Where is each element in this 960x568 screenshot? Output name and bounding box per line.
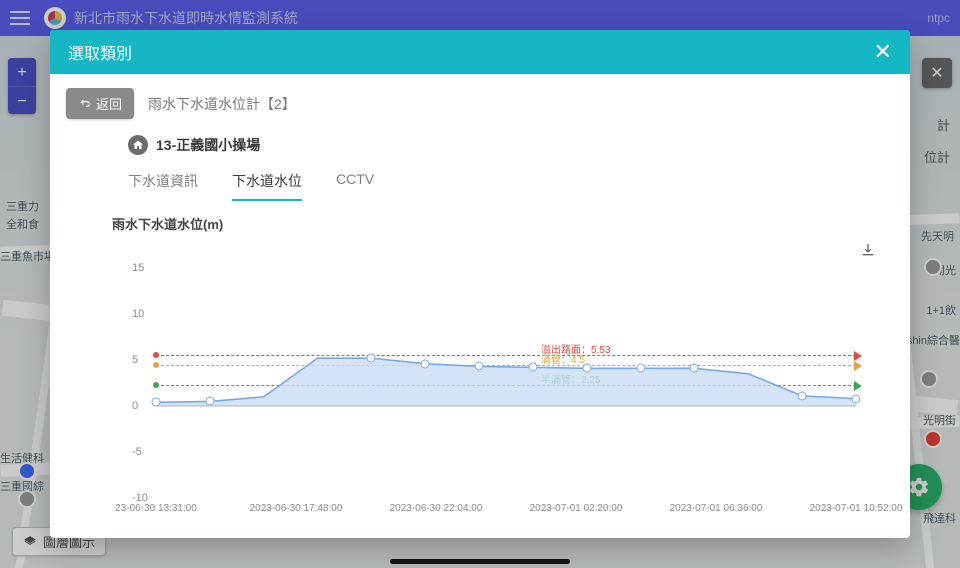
station-name: 13-正義國小操場 [156, 135, 260, 155]
back-button[interactable]: 返回 [66, 88, 134, 119]
data-point[interactable] [421, 359, 430, 368]
data-point[interactable] [852, 394, 861, 403]
home-icon [128, 135, 148, 155]
x-tick: 2023-06-30 22:04:00 [390, 503, 483, 514]
breadcrumb: 雨水下水道水位計【2】 [148, 94, 296, 114]
x-tick: 2023-07-01 02:20:00 [530, 503, 623, 514]
tab-level[interactable]: 下水道水位 [232, 163, 302, 201]
y-tick: 15 [132, 262, 144, 274]
y-tick: 10 [132, 308, 144, 320]
dialog-close-button[interactable]: ✕ [874, 39, 892, 65]
tab-info[interactable]: 下水道資訊 [128, 163, 198, 201]
dialog-title: 選取類別 [68, 40, 132, 64]
data-point[interactable] [367, 354, 376, 363]
y-tick: 0 [132, 400, 138, 412]
y-tick: -5 [132, 446, 142, 458]
data-point[interactable] [690, 364, 699, 373]
data-point[interactable] [205, 397, 214, 406]
tab-cctv[interactable]: CCTV [336, 163, 374, 201]
chart-title: 雨水下水道水位(m) [112, 214, 884, 233]
data-point[interactable] [475, 362, 484, 371]
x-tick: 2023-07-01 06:36:00 [670, 503, 763, 514]
download-button[interactable] [856, 238, 880, 262]
chart-plot[interactable]: 溢出路面：5.53滿管：4.5半滿管：2.25 -10-505101523-06… [112, 268, 864, 498]
data-point[interactable] [152, 398, 161, 407]
x-tick: 2023-07-01 10:52:00 [810, 503, 903, 514]
back-icon [78, 97, 92, 111]
data-point[interactable] [528, 363, 537, 372]
series-svg [156, 268, 856, 498]
x-tick: 2023-06-30 17:48:00 [250, 503, 343, 514]
data-point[interactable] [636, 364, 645, 373]
data-point[interactable] [798, 391, 807, 400]
data-point[interactable] [582, 364, 591, 373]
download-icon [860, 242, 876, 258]
x-tick: 23-06-30 13:31:00 [115, 503, 197, 514]
category-dialog: 選取類別 ✕ 返回 雨水下水道水位計【2】 13-正義國小操場 下水道資訊 下水… [50, 30, 910, 538]
tab-bar: 下水道資訊 下水道水位 CCTV [128, 163, 894, 202]
y-tick: 5 [132, 354, 138, 366]
back-button-label: 返回 [96, 94, 122, 113]
dialog-header: 選取類別 ✕ [50, 30, 910, 74]
chart-container: 雨水下水道水位(m) 溢出路面：5.53滿管：4.5半滿管：2.25 -10-5… [112, 208, 884, 530]
